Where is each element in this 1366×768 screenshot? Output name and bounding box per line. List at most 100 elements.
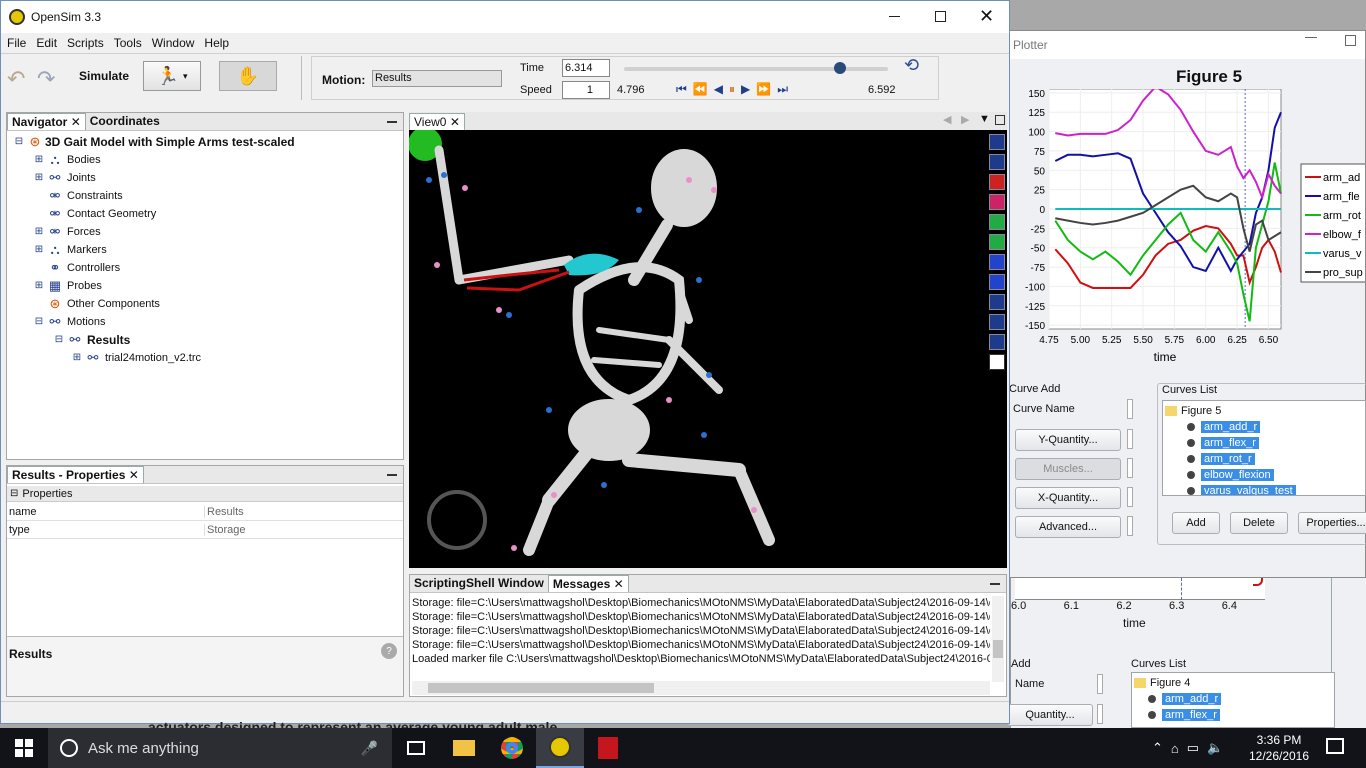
- tree-item-bodies[interactable]: ⊞ ⛬ Bodies: [11, 151, 401, 169]
- battery-icon[interactable]: ▭: [1187, 740, 1199, 756]
- curve-item[interactable]: varus_valgus_test: [1163, 483, 1365, 495]
- collapse-icon[interactable]: ⊟: [51, 332, 67, 348]
- y-quantity-input[interactable]: [1097, 704, 1103, 724]
- y-quantity-input[interactable]: [1127, 429, 1133, 449]
- chrome-button[interactable]: [488, 728, 536, 768]
- step-back-icon[interactable]: ⏪: [693, 82, 708, 96]
- menu-help[interactable]: Help: [204, 36, 229, 50]
- task-view-button[interactable]: [392, 728, 440, 768]
- view-tool-icon[interactable]: [989, 134, 1005, 150]
- close-icon[interactable]: ✕: [450, 115, 460, 129]
- y-quantity-button[interactable]: Y-Quantity...: [1015, 429, 1121, 451]
- properties-section[interactable]: ⊟ Properties: [7, 486, 403, 502]
- tree-item-constraints[interactable]: ⚮ Constraints: [11, 187, 401, 205]
- add-button[interactable]: Add: [1172, 512, 1220, 534]
- close-icon[interactable]: ✕: [614, 577, 624, 591]
- pause-icon[interactable]: ⏸: [729, 82, 735, 97]
- close-icon[interactable]: ✕: [979, 7, 994, 25]
- menu-edit[interactable]: Edit: [36, 36, 57, 50]
- curve-name-input[interactable]: [1127, 399, 1133, 419]
- tree-model[interactable]: ⊟ ⊛ 3D Gait Model with Simple Arms test-sc…: [11, 133, 401, 151]
- vertical-scrollbar[interactable]: [992, 596, 1004, 682]
- opensim-taskbar-button[interactable]: [536, 728, 584, 768]
- expand-icon[interactable]: ⊞: [69, 350, 85, 366]
- expand-icon[interactable]: ⊞: [31, 170, 47, 186]
- search-box[interactable]: Ask me anything 🎤: [48, 728, 392, 768]
- step-forward-icon[interactable]: ⏩: [756, 82, 771, 96]
- curve-item[interactable]: arm_rot_r: [1163, 451, 1365, 467]
- menu-file[interactable]: File: [7, 36, 26, 50]
- curve-item[interactable]: arm_flex_r: [1163, 435, 1365, 451]
- undo-icon[interactable]: ↶: [7, 66, 25, 92]
- property-row[interactable]: name Results: [7, 503, 403, 521]
- tab-results-properties[interactable]: Results - Properties ✕: [7, 466, 144, 483]
- tree-item-results[interactable]: ⊟ ⚯ Results: [11, 331, 401, 349]
- curve-item[interactable]: elbow_flexion: [1163, 467, 1365, 483]
- video-icon[interactable]: [989, 314, 1005, 330]
- tab-coordinates[interactable]: Coordinates: [86, 113, 164, 130]
- time-slider-knob[interactable]: [834, 62, 847, 74]
- maximize-icon[interactable]: [1345, 35, 1356, 46]
- tab-navigator[interactable]: Navigator ✕: [7, 113, 86, 130]
- muscles-button[interactable]: Muscles...: [1015, 458, 1121, 480]
- tab-view0[interactable]: View0 ✕: [409, 112, 465, 130]
- speed-spinner[interactable]: 1: [562, 81, 610, 99]
- run-simulation-button[interactable]: 🏃 ▾: [143, 61, 201, 91]
- expand-icon[interactable]: ⊞: [31, 242, 47, 258]
- redo-icon[interactable]: ↷: [37, 66, 55, 92]
- plot-icon[interactable]: [989, 354, 1005, 370]
- motion-field[interactable]: Results: [372, 70, 502, 87]
- horizontal-scrollbar[interactable]: [412, 681, 990, 695]
- property-row[interactable]: type Storage: [7, 521, 403, 539]
- advanced-button[interactable]: Advanced...: [1015, 516, 1121, 538]
- camera-icon[interactable]: [989, 294, 1005, 310]
- 3d-viewport[interactable]: [409, 130, 1007, 568]
- tree-item-controllers[interactable]: ⚭ Controllers: [11, 259, 401, 277]
- tree-item-contact-geometry[interactable]: ⚮ Contact Geometry: [11, 205, 401, 223]
- menu-tools[interactable]: Tools: [114, 36, 142, 50]
- minimize-icon[interactable]: [889, 16, 900, 17]
- expand-icon[interactable]: ⊟: [11, 134, 27, 150]
- scrollbar-thumb[interactable]: [993, 640, 1003, 658]
- menu-window[interactable]: Window: [152, 36, 195, 50]
- view-front-icon[interactable]: [989, 174, 1005, 190]
- network-icon[interactable]: ⌂: [1171, 741, 1179, 756]
- close-icon[interactable]: ✕: [71, 115, 81, 129]
- axes-icon[interactable]: [989, 154, 1005, 170]
- figure5-node[interactable]: Figure 5: [1163, 403, 1365, 419]
- play-icon[interactable]: ▶: [741, 82, 750, 96]
- view-top-icon[interactable]: [989, 214, 1005, 230]
- curve-item[interactable]: arm_add_r: [1132, 691, 1334, 707]
- measure-icon[interactable]: [989, 334, 1005, 350]
- time-field[interactable]: 6.314: [562, 59, 610, 77]
- start-button[interactable]: [0, 728, 48, 768]
- dropdown-icon[interactable]: ▼: [979, 113, 990, 125]
- expand-icon[interactable]: ⊞: [31, 224, 47, 240]
- close-icon[interactable]: ✕: [129, 468, 139, 482]
- minimize-icon[interactable]: [1305, 37, 1317, 38]
- minimize-panel-icon[interactable]: [387, 121, 397, 123]
- curves-list[interactable]: Figure 5 arm_add_r arm_flex_r arm_rot_r …: [1162, 400, 1366, 496]
- curve-item[interactable]: arm_flex_r: [1132, 707, 1334, 723]
- tree-item-other-components[interactable]: ⊛ Other Components: [11, 295, 401, 313]
- advanced-input[interactable]: [1127, 516, 1133, 536]
- view-bottom-icon[interactable]: [989, 234, 1005, 250]
- scroll-right-icon[interactable]: ▶: [961, 113, 969, 126]
- tree-item-joints[interactable]: ⊞ ⚯ Joints: [11, 169, 401, 187]
- minimize-panel-icon[interactable]: [387, 474, 397, 476]
- view-left-icon[interactable]: [989, 254, 1005, 270]
- tree-item-motions[interactable]: ⊟ ⚯ Motions: [11, 313, 401, 331]
- tree-item-markers[interactable]: ⊞ ⛬ Markers: [11, 241, 401, 259]
- time-slider[interactable]: [624, 62, 888, 74]
- collapse-icon[interactable]: ⊟: [10, 488, 18, 499]
- curves-list[interactable]: Figure 4 arm_add_r arm_flex_r: [1131, 672, 1335, 728]
- loop-icon[interactable]: ⟲: [904, 55, 919, 76]
- first-frame-icon[interactable]: ⏮: [676, 82, 687, 97]
- figure4-node[interactable]: Figure 4: [1132, 675, 1334, 691]
- play-reverse-icon[interactable]: ◀: [714, 82, 723, 96]
- chevron-up-icon[interactable]: ⌃: [1152, 740, 1163, 756]
- microphone-icon[interactable]: 🎤: [361, 740, 378, 757]
- scrollbar-thumb[interactable]: [428, 683, 654, 693]
- collapse-icon[interactable]: ⊟: [31, 314, 47, 330]
- delete-button[interactable]: Delete: [1230, 512, 1288, 534]
